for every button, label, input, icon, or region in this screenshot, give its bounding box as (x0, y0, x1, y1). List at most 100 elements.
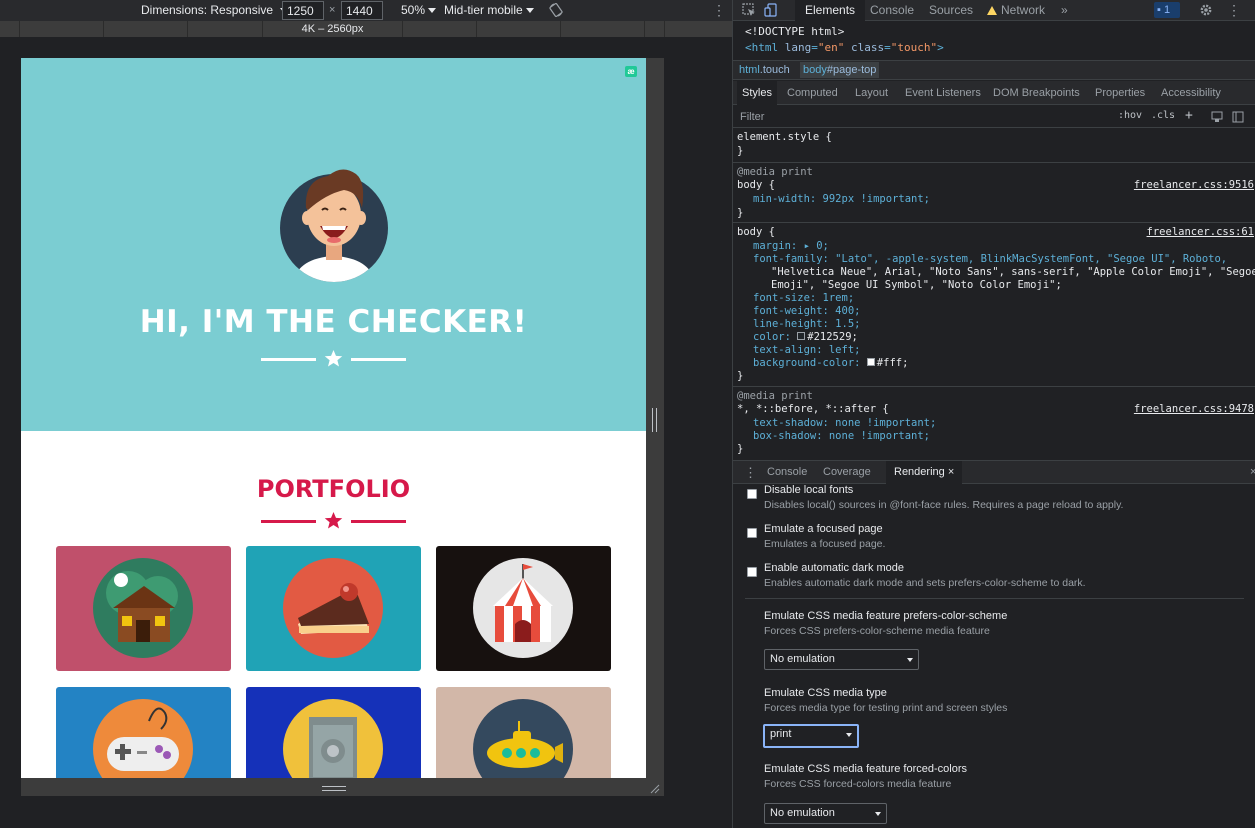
class-toggle[interactable]: .cls (1151, 110, 1175, 121)
css-declaration-continued: Emoji", "Segoe UI Symbol", "Noto Color E… (771, 279, 1062, 291)
css-declaration[interactable]: text-align: left; (753, 344, 860, 356)
star-icon (324, 511, 343, 529)
style-rule-body[interactable]: body { freelancer.css:61 margin: ▸ 0; fo… (733, 223, 1255, 387)
dom-doctype-node[interactable]: <!DOCTYPE html> (745, 25, 844, 38)
tab-dom-breakpoints[interactable]: DOM Breakpoints (993, 81, 1080, 105)
css-declaration[interactable]: font-weight: 400; (753, 305, 860, 317)
emulated-viewport[interactable]: æ HI, I'M THE CHECKER! PORTFOLIO (21, 58, 646, 778)
emulate-focused-page-checkbox[interactable] (747, 528, 757, 538)
drawer-menu-icon[interactable]: ⋮ (744, 461, 757, 484)
throttling-dropdown[interactable]: Mid-tier mobile (444, 3, 534, 17)
style-rule-print-universal[interactable]: @media print *, *::before, *::after { fr… (733, 387, 1255, 460)
media-type-select[interactable]: print (763, 724, 859, 748)
tab-styles[interactable]: Styles (737, 81, 777, 105)
color-scheme-description: Forces CSS prefers-color-scheme media fe… (764, 625, 990, 637)
declaration-text: background-color: (753, 357, 867, 369)
drawer-tab-console[interactable]: Console (767, 461, 807, 484)
source-link[interactable]: freelancer.css:9516 (1134, 179, 1254, 191)
close-drawer-icon[interactable]: × (1250, 461, 1255, 484)
extension-badge[interactable]: æ (625, 66, 637, 77)
tab-elements[interactable]: Elements (795, 0, 866, 21)
breadcrumb-html[interactable]: html.touch (739, 64, 790, 76)
source-link[interactable]: freelancer.css:61 (1147, 226, 1254, 238)
drawer-tab-coverage[interactable]: Coverage (823, 461, 871, 484)
tab-properties[interactable]: Properties (1095, 81, 1145, 105)
resize-corner-icon[interactable] (650, 784, 660, 794)
inspect-element-icon[interactable] (742, 3, 756, 17)
portfolio-item-cake[interactable] (246, 546, 421, 671)
breadcrumb-body[interactable]: body#page-top (800, 62, 880, 78)
portfolio-item-submarine[interactable] (436, 687, 611, 778)
more-options-icon[interactable]: ⋮ (1227, 0, 1241, 21)
filter-input[interactable]: Filter (740, 111, 764, 123)
source-link[interactable]: freelancer.css:9478 (1134, 403, 1254, 415)
css-declaration[interactable]: min-width: 992px !important; (753, 193, 930, 205)
disable-local-fonts-checkbox[interactable] (747, 489, 757, 499)
portfolio-item-game[interactable] (56, 687, 231, 778)
declaration-text: font-family: "Lato", -apple-system, Blin… (753, 253, 1228, 265)
tab-accessibility[interactable]: Accessibility (1161, 81, 1221, 105)
tab-sources[interactable]: Sources (929, 0, 973, 21)
sidebar-toggle-icon[interactable] (1232, 111, 1244, 123)
computed-styles-toggle-icon[interactable] (1211, 111, 1223, 123)
tab-layout[interactable]: Layout (855, 81, 888, 105)
tab-console[interactable]: Console (870, 0, 914, 21)
style-rule-print-min-width[interactable]: @media print body { freelancer.css:9516 … (733, 163, 1255, 223)
declaration-text: margin: ▸ 0; (753, 240, 829, 252)
dimensions-label: Dimensions: Responsive (141, 3, 274, 17)
gear-icon[interactable] (1199, 3, 1213, 17)
hover-state-toggle[interactable]: :hov (1118, 110, 1142, 121)
declaration-value: #212529; (807, 331, 858, 343)
chevron-down-icon (907, 658, 913, 662)
divider-line (261, 520, 316, 523)
drawer-tab-bar: ⋮ Console Coverage Rendering × × (733, 460, 1255, 484)
attr-value: "en" (817, 41, 845, 54)
color-swatch[interactable] (866, 358, 875, 366)
height-input[interactable] (341, 1, 383, 20)
css-declaration[interactable]: font-size: 1rem; (753, 292, 854, 304)
option-description: Disables local() sources in @font-face r… (764, 499, 1124, 511)
close-icon[interactable]: × (948, 466, 954, 478)
style-rule-element[interactable]: element.style { } (733, 128, 1255, 163)
issues-badge[interactable]: ▪ 1 (1154, 2, 1180, 18)
more-options-icon[interactable]: ⋮ (712, 3, 726, 17)
dom-html-node[interactable]: <html lang="en" class="touch"> (745, 41, 944, 54)
forced-colors-select[interactable]: No emulation (764, 803, 887, 824)
tab-computed[interactable]: Computed (787, 81, 838, 105)
auto-dark-mode-checkbox[interactable] (747, 567, 757, 577)
portfolio-item-cabin[interactable] (56, 546, 231, 671)
portfolio-title: PORTFOLIO (256, 475, 411, 503)
declaration-text: box-shadow: none !important; (753, 430, 931, 442)
forced-colors-description: Forces CSS forced-colors media feature (764, 778, 952, 790)
tab-network[interactable]: Network (987, 0, 1045, 21)
css-declaration[interactable]: color: #212529; (753, 331, 858, 343)
css-declaration[interactable]: font-family: "Lato", -apple-system, Blin… (753, 253, 1227, 265)
section-divider (745, 598, 1244, 599)
css-declaration[interactable]: background-color: #fff; (753, 357, 908, 369)
submarine-icon (473, 699, 573, 778)
more-tabs-icon[interactable]: » (1061, 0, 1068, 21)
viewport-resize-handle-right[interactable] (646, 58, 664, 778)
device-toggle-icon[interactable] (764, 3, 778, 17)
rotate-icon[interactable] (549, 3, 563, 17)
css-declaration[interactable]: line-height: 1.5; (753, 318, 860, 330)
portfolio-item-circus[interactable] (436, 546, 611, 671)
drawer-tab-rendering[interactable]: Rendering × (886, 461, 963, 484)
game-controller-icon (93, 699, 193, 778)
viewport-resize-handle-bottom[interactable] (21, 778, 664, 796)
tab-event-listeners[interactable]: Event Listeners (905, 81, 981, 105)
color-scheme-select[interactable]: No emulation (764, 649, 919, 670)
css-declaration[interactable]: box-shadow: none !important; (753, 430, 930, 442)
width-input[interactable] (282, 1, 324, 20)
media-query-label: 4K – 2560px (301, 23, 364, 35)
zoom-dropdown[interactable]: 50% (401, 3, 437, 17)
declaration-text: "Helvetica Neue", Arial, "Noto Sans", sa… (771, 266, 1255, 278)
new-rule-icon[interactable]: + (1185, 108, 1193, 123)
doctype-text: <!DOCTYPE html> (745, 25, 845, 38)
css-declaration[interactable]: text-shadow: none !important; (753, 417, 936, 429)
css-declaration[interactable]: margin: ▸ 0; (753, 240, 829, 252)
portfolio-item-safe[interactable] (246, 687, 421, 778)
color-swatch[interactable] (797, 332, 806, 340)
declaration-text: Emoji", "Segoe UI Symbol", "Noto Color E… (771, 279, 1062, 291)
dimensions-dropdown[interactable]: Dimensions: Responsive (141, 3, 289, 17)
